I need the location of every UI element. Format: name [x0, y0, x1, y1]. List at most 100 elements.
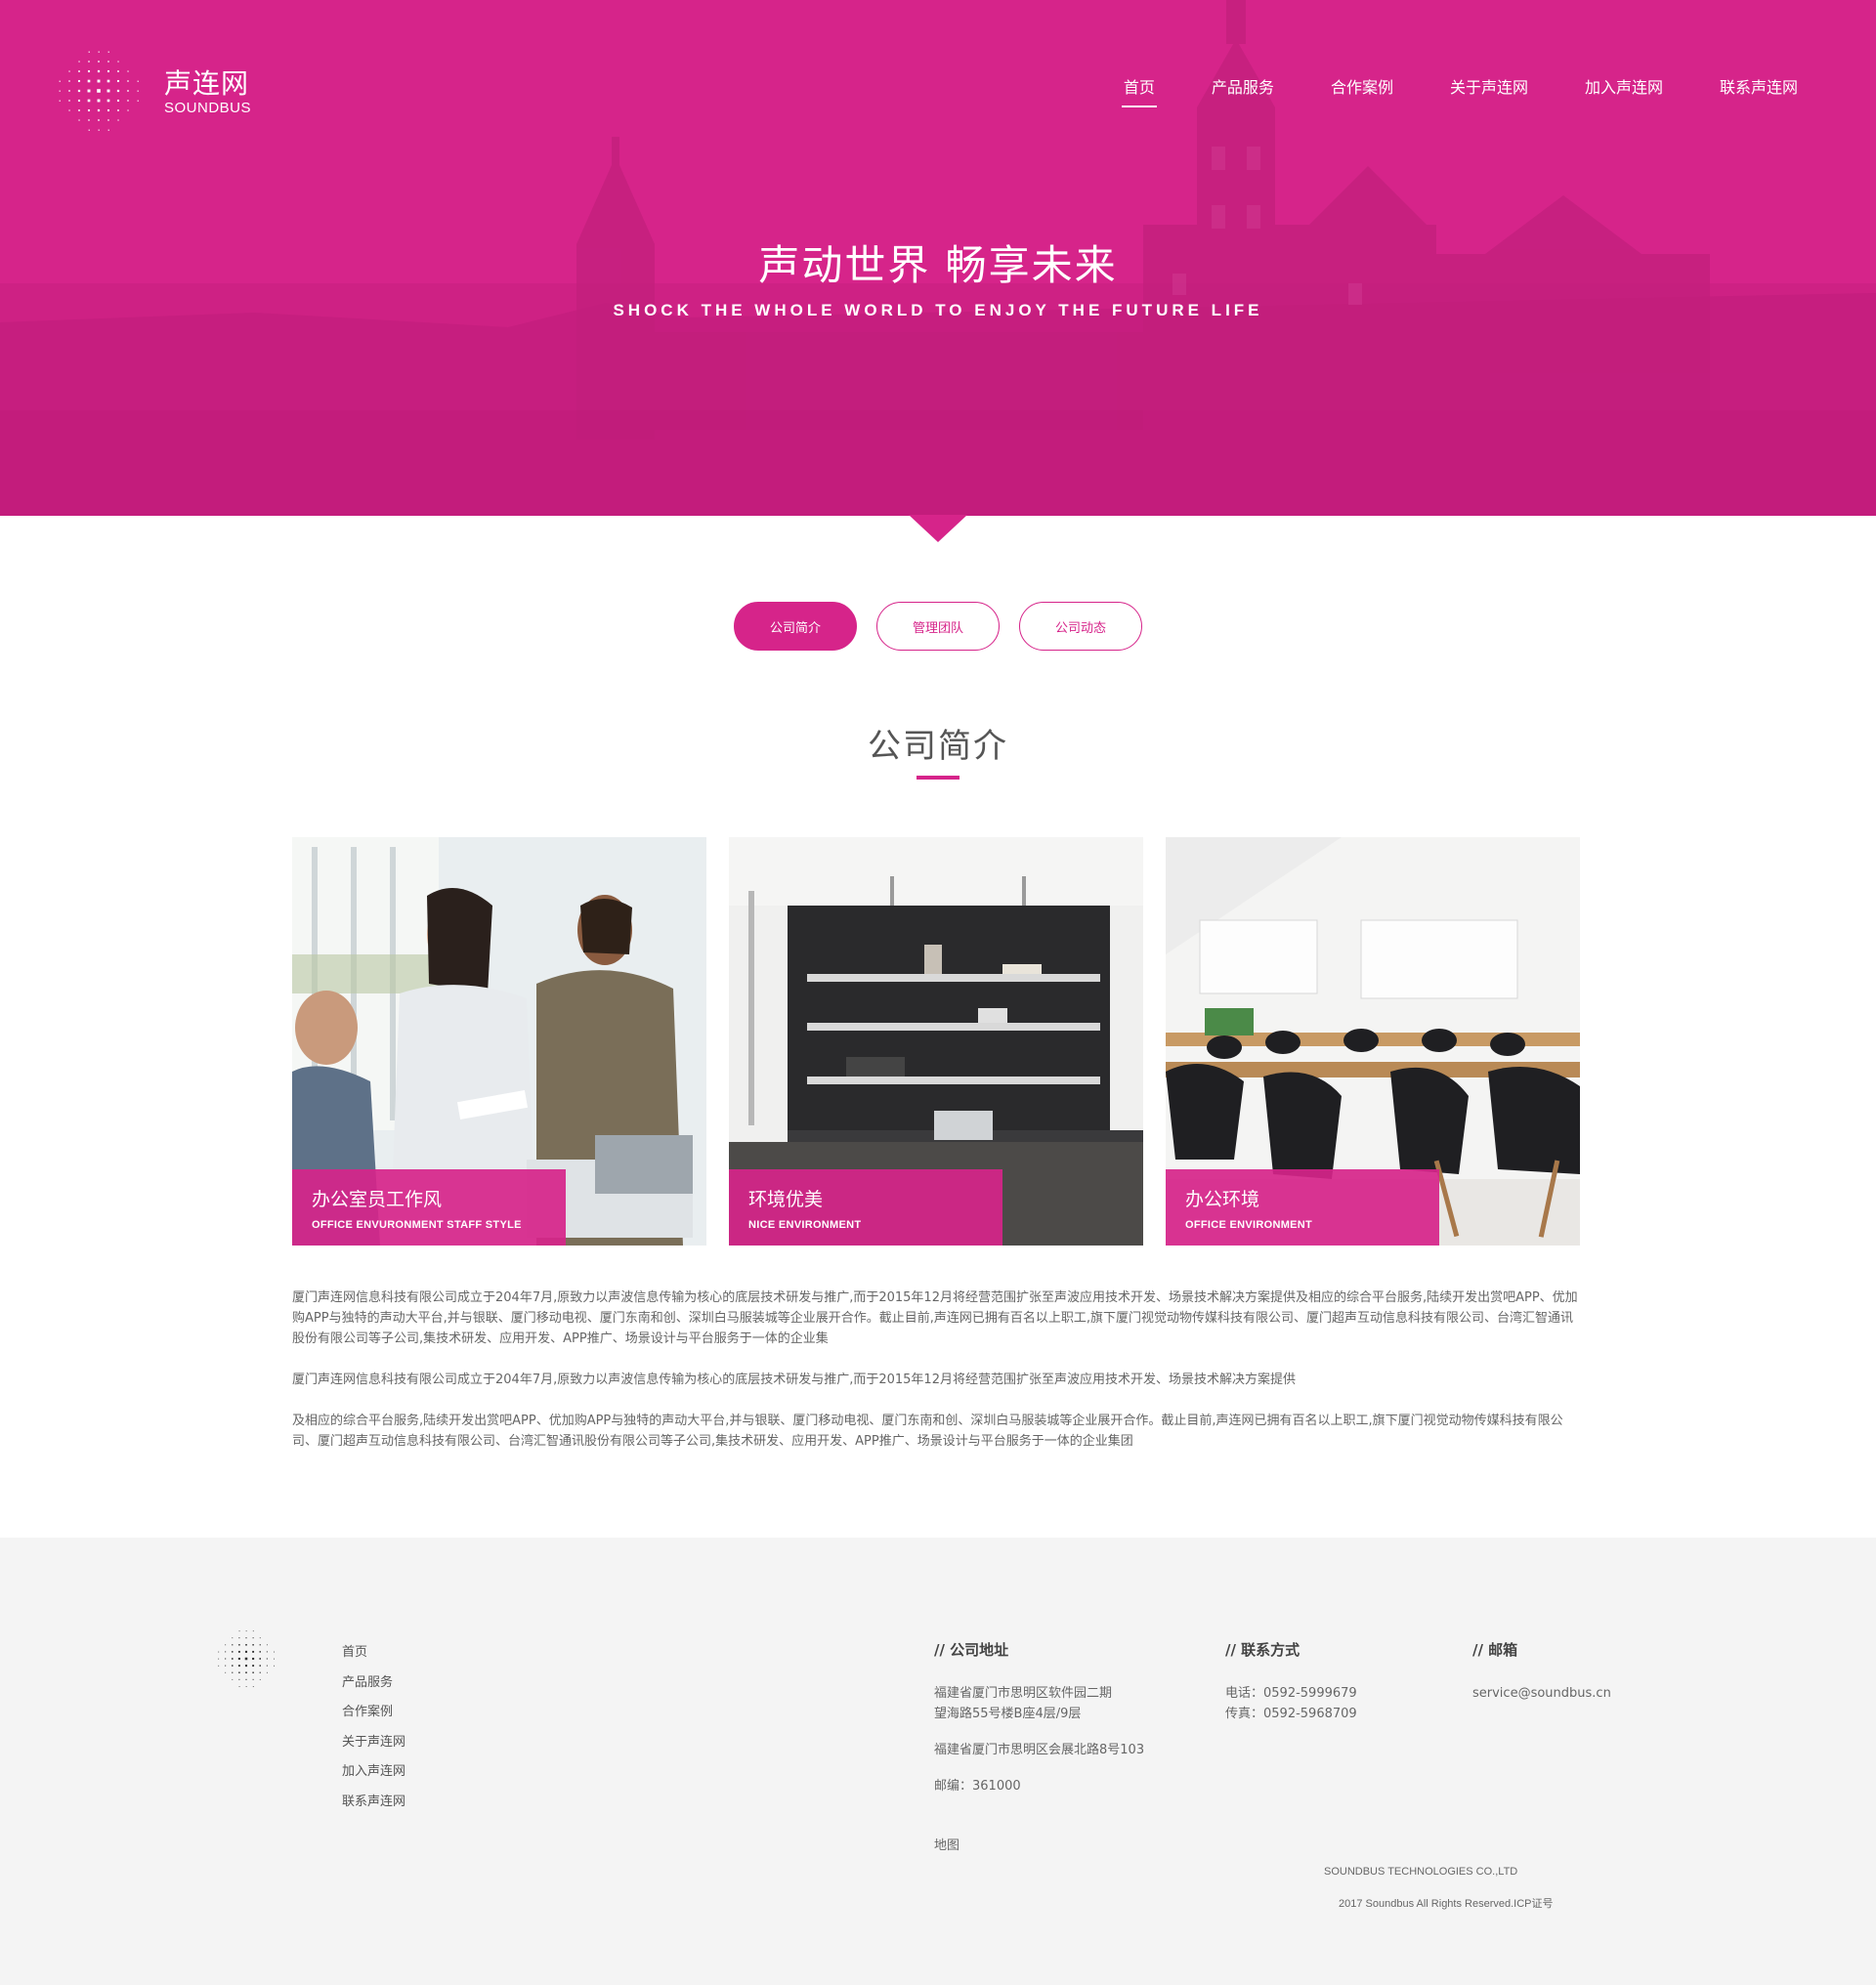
footer-nav-cases[interactable]: 合作案例: [342, 1701, 405, 1731]
logo-dot: [116, 99, 120, 103]
logo-dot: [97, 99, 101, 103]
logo-dot: [238, 1644, 240, 1646]
logo-dot: [238, 1686, 240, 1688]
logo-dot: [237, 1657, 240, 1661]
address-line-3: 福建省厦门市思明区会展北路8号103: [934, 1743, 1145, 1757]
logo-dot: [259, 1665, 261, 1667]
main-nav: 首页 产品服务 合作案例 关于声连网 加入声连网 联系声连网: [1067, 74, 1798, 107]
logo-dot: [232, 1665, 234, 1667]
logo-dot: [232, 1678, 234, 1680]
logo-dot: [88, 129, 90, 131]
logo-dot: [225, 1644, 227, 1646]
footer-email: // 邮箱 service@soundbus.cn: [1472, 1639, 1611, 1704]
logo-dot: [274, 1665, 276, 1667]
nav-item-products[interactable]: 产品服务: [1212, 74, 1274, 107]
logo-dot: [245, 1678, 247, 1680]
section-title-underline: [917, 776, 959, 780]
nav-item-cases[interactable]: 合作案例: [1331, 74, 1393, 107]
hero-pointer-arrow: [909, 515, 967, 542]
logo-dot: [127, 80, 129, 82]
logo-dot: [78, 70, 80, 72]
logo-dot: [107, 61, 109, 63]
footer-address: // 公司地址 福建省厦门市思明区软件园二期 望海路55号楼B座4层/9层 福建…: [934, 1639, 1144, 1856]
logo-dot: [218, 1658, 220, 1660]
logo-dot: [266, 1644, 268, 1646]
footer-nav-home[interactable]: 首页: [342, 1641, 405, 1671]
logo-dot: [77, 89, 81, 93]
card-caption: 环境优美 NICE ENVIRONMENT: [729, 1169, 1002, 1246]
logo-dot: [274, 1651, 276, 1653]
logo-dot: [137, 90, 139, 92]
copyright: 2017 Soundbus All Rights Reserved.ICP证号: [1339, 1898, 1554, 1910]
logo-dot: [97, 79, 101, 83]
logo-dot: [232, 1637, 234, 1639]
logo-dot: [274, 1658, 275, 1660]
logo-dot: [232, 1671, 234, 1673]
logo-dot: [98, 61, 100, 63]
footer-nav-join[interactable]: 加入声连网: [342, 1760, 405, 1791]
logo-dot: [259, 1651, 261, 1653]
card-nice-environment[interactable]: 环境优美 NICE ENVIRONMENT: [729, 837, 1143, 1246]
map-link[interactable]: 地图: [934, 1836, 1144, 1856]
address-line-1: 福建省厦门市思明区软件园二期: [934, 1686, 1113, 1701]
tab-company-news[interactable]: 公司动态: [1019, 602, 1142, 651]
logo-dot: [244, 1665, 248, 1668]
footer-nav-about[interactable]: 关于声连网: [342, 1731, 405, 1761]
card-staff-style[interactable]: 办公室员工作风 OFFICE ENVURONMENT STAFF STYLE: [292, 837, 706, 1246]
logo-dot: [218, 1665, 220, 1667]
logo-dot: [107, 119, 109, 121]
brand-name-cn: 声连网: [164, 67, 250, 100]
logo-dot: [68, 90, 70, 92]
logo-dot: [231, 1658, 234, 1660]
brand-logo[interactable]: 声连网 SOUNDBUS: [55, 47, 260, 139]
logo-dot: [107, 99, 110, 103]
address-line-2: 望海路55号楼B座4层/9层: [934, 1707, 1082, 1721]
card-subtitle: OFFICE ENVIRONMENT: [1185, 1219, 1313, 1231]
logo-dot: [245, 1671, 247, 1674]
card-title: 办公室员工作风: [312, 1189, 443, 1210]
logo-dot: [116, 89, 120, 93]
logo-dot: [245, 1686, 247, 1687]
footer-logo-icon[interactable]: [215, 1627, 277, 1690]
intro-paragraph-1: 厦门声连网信息科技有限公司成立于204年7月,原致力以声波信息传输为核心的底层技…: [292, 1290, 1578, 1346]
hero-subtitle: SHOCK THE WHOLE WORLD TO ENJOY THE FUTUR…: [613, 301, 1263, 319]
photo-cards: 办公室员工作风 OFFICE ENVURONMENT STAFF STYLE 环…: [292, 837, 1580, 1246]
logo-dot: [87, 79, 91, 83]
section-title: 公司简介: [868, 727, 1008, 766]
card-office-environment[interactable]: 办公环境 OFFICE ENVIRONMENT: [1166, 837, 1580, 1246]
logo-dot: [77, 99, 81, 103]
nav-item-about[interactable]: 关于声连网: [1450, 74, 1528, 107]
hero-banner: 声连网 SOUNDBUS 首页 产品服务 合作案例 关于声连网 加入声连网 联系…: [0, 0, 1876, 516]
logo-dot: [59, 80, 61, 82]
logo-dot: [259, 1644, 261, 1646]
footer-nav-products[interactable]: 产品服务: [342, 1671, 405, 1702]
nav-item-home[interactable]: 首页: [1121, 74, 1157, 107]
logo-dot: [259, 1671, 261, 1673]
logo-dot: [259, 1637, 261, 1639]
logo-dot: [225, 1658, 227, 1660]
logo-dot: [77, 79, 81, 83]
logo-dot: [87, 108, 91, 112]
logo-dot: [127, 70, 129, 72]
logo-dot: [68, 80, 70, 82]
logo-dot: [245, 1630, 247, 1632]
logo-dot: [97, 89, 101, 93]
tab-management-team[interactable]: 管理团队: [876, 602, 1000, 651]
card-subtitle: NICE ENVIRONMENT: [748, 1219, 862, 1231]
nav-item-contact[interactable]: 联系声连网: [1720, 74, 1798, 107]
logo-dot: [78, 119, 80, 121]
logo-dot: [98, 119, 100, 121]
logo-dot: [68, 100, 70, 102]
footer-nav-contact[interactable]: 联系声连网: [342, 1791, 405, 1821]
logo-dot: [68, 70, 70, 72]
logo-dot: [87, 99, 91, 103]
logo-dot: [238, 1671, 240, 1673]
logo-dot: [252, 1630, 254, 1632]
tab-company-intro[interactable]: 公司简介: [734, 602, 857, 651]
logo-dot: [237, 1650, 240, 1653]
email-link[interactable]: service@soundbus.cn: [1472, 1683, 1611, 1704]
footer-nav: 首页 产品服务 合作案例 关于声连网 加入声连网 联系声连网: [342, 1641, 405, 1820]
logo-dot: [98, 51, 100, 53]
nav-item-join[interactable]: 加入声连网: [1585, 74, 1663, 107]
email-heading: // 邮箱: [1472, 1641, 1518, 1659]
